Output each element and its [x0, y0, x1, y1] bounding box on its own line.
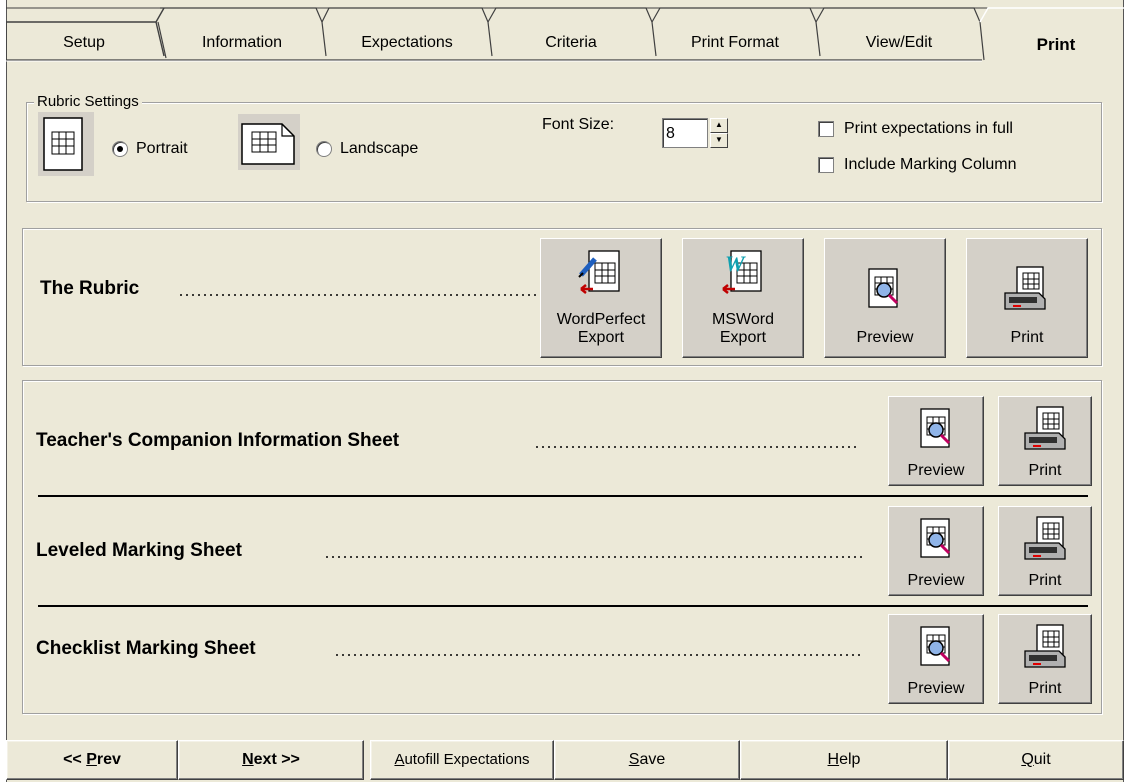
- checklist-marking-print-caption: Print: [1028, 680, 1062, 697]
- rubric-leader-dots: [178, 294, 542, 296]
- landscape-page-icon: [238, 114, 300, 170]
- teachers-companion-print-button[interactable]: Print: [998, 396, 1092, 486]
- save-button[interactable]: Save: [554, 740, 740, 780]
- preview-icon: [868, 268, 899, 308]
- leveled-marking-print-button[interactable]: Print: [998, 506, 1092, 596]
- printer-icon: [1024, 516, 1066, 560]
- app-window: Setup Information Expectations Criteria …: [6, 0, 1124, 782]
- printer-icon: [1024, 624, 1066, 668]
- font-size-label: Font Size:: [542, 116, 615, 133]
- checklist-marking-preview-caption: Preview: [907, 680, 965, 697]
- preview-icon: [920, 626, 951, 666]
- spin-down-icon[interactable]: ▼: [710, 133, 728, 148]
- tab-print-format[interactable]: Print Format: [658, 32, 812, 54]
- portrait-radio-button[interactable]: [112, 141, 128, 157]
- window-border-right: [1123, 0, 1124, 782]
- font-size-input[interactable]: 8: [662, 118, 708, 148]
- leveled-marking-preview-caption: Preview: [907, 572, 965, 589]
- rubric-title: The Rubric: [40, 278, 140, 299]
- checklist-marking-leader-dots: [334, 654, 864, 656]
- portrait-radio[interactable]: Portrait: [112, 140, 188, 158]
- window-border-left: [6, 0, 7, 782]
- teachers-companion-preview-caption: Preview: [907, 462, 965, 479]
- print-expectations-box[interactable]: [818, 121, 834, 137]
- leveled-marking-preview-button[interactable]: Preview: [888, 506, 984, 596]
- print-expectations-label: Print expectations in full: [844, 120, 1013, 137]
- tab-bar: Setup Information Expectations Criteria …: [6, 0, 1124, 62]
- rubric-print-caption: Print: [1010, 329, 1044, 346]
- include-marking-column-label: Include Marking Column: [844, 156, 1017, 173]
- prev-button[interactable]: << Prev: [6, 740, 178, 780]
- checklist-marking-preview-button[interactable]: Preview: [888, 614, 984, 704]
- teachers-companion-title: Teacher's Companion Information Sheet: [36, 430, 400, 451]
- tab-print[interactable]: Print: [988, 34, 1124, 56]
- print-expectations-checkbox[interactable]: Print expectations in full: [818, 120, 1013, 138]
- wordperfect-caption: WordPerfect Export: [556, 311, 646, 346]
- msword-icon: W: [722, 250, 762, 294]
- landscape-radio[interactable]: Landscape: [316, 140, 418, 158]
- bottom-button-bar: << Prev Next >> Autofill Expectations Sa…: [6, 738, 1124, 782]
- portrait-page-icon: [38, 112, 94, 176]
- msword-export-button[interactable]: W MSWord Export: [682, 238, 804, 358]
- tab-information[interactable]: Information: [166, 32, 318, 54]
- teachers-companion-print-caption: Print: [1028, 462, 1062, 479]
- checklist-marking-print-button[interactable]: Print: [998, 614, 1092, 704]
- help-button[interactable]: Help: [740, 740, 948, 780]
- sheet-separator: [38, 605, 1088, 607]
- svg-text:W: W: [725, 251, 746, 276]
- spin-up-icon[interactable]: ▲: [710, 118, 728, 133]
- tab-criteria[interactable]: Criteria: [494, 32, 648, 54]
- tab-setup[interactable]: Setup: [14, 32, 154, 54]
- leveled-marking-title: Leveled Marking Sheet: [36, 540, 242, 561]
- wordperfect-export-button[interactable]: WordPerfect Export: [540, 238, 662, 358]
- quit-button[interactable]: Quit: [948, 740, 1124, 780]
- checklist-marking-title: Checklist Marking Sheet: [36, 638, 256, 659]
- leveled-marking-leader-dots: [324, 556, 864, 558]
- sheet-separator: [38, 495, 1088, 497]
- rubric-preview-button[interactable]: Preview: [824, 238, 946, 358]
- portrait-label: Portrait: [136, 140, 188, 157]
- teachers-companion-preview-button[interactable]: Preview: [888, 396, 984, 486]
- teachers-companion-leader-dots: [534, 446, 856, 448]
- msword-caption: MSWord Export: [712, 311, 774, 346]
- leveled-marking-print-caption: Print: [1028, 572, 1062, 589]
- tab-view-edit[interactable]: View/Edit: [822, 32, 976, 54]
- preview-icon: [920, 408, 951, 448]
- landscape-label: Landscape: [340, 140, 419, 157]
- preview-icon: [920, 518, 951, 558]
- font-size-spinner[interactable]: ▲ ▼: [710, 118, 728, 148]
- next-button[interactable]: Next >>: [178, 740, 364, 780]
- include-marking-column-box[interactable]: [818, 157, 834, 173]
- rubric-preview-caption: Preview: [856, 329, 914, 346]
- printer-icon: [1024, 406, 1066, 450]
- wordperfect-icon: [578, 250, 620, 294]
- rubric-settings-legend: Rubric Settings: [34, 93, 142, 110]
- autofill-expectations-button[interactable]: Autofill Expectations: [370, 740, 554, 780]
- rubric-print-button[interactable]: Print: [966, 238, 1088, 358]
- include-marking-column-checkbox[interactable]: Include Marking Column: [818, 156, 1017, 174]
- tab-expectations[interactable]: Expectations: [329, 32, 485, 54]
- landscape-radio-button[interactable]: [316, 141, 332, 157]
- printer-icon: [1004, 266, 1046, 310]
